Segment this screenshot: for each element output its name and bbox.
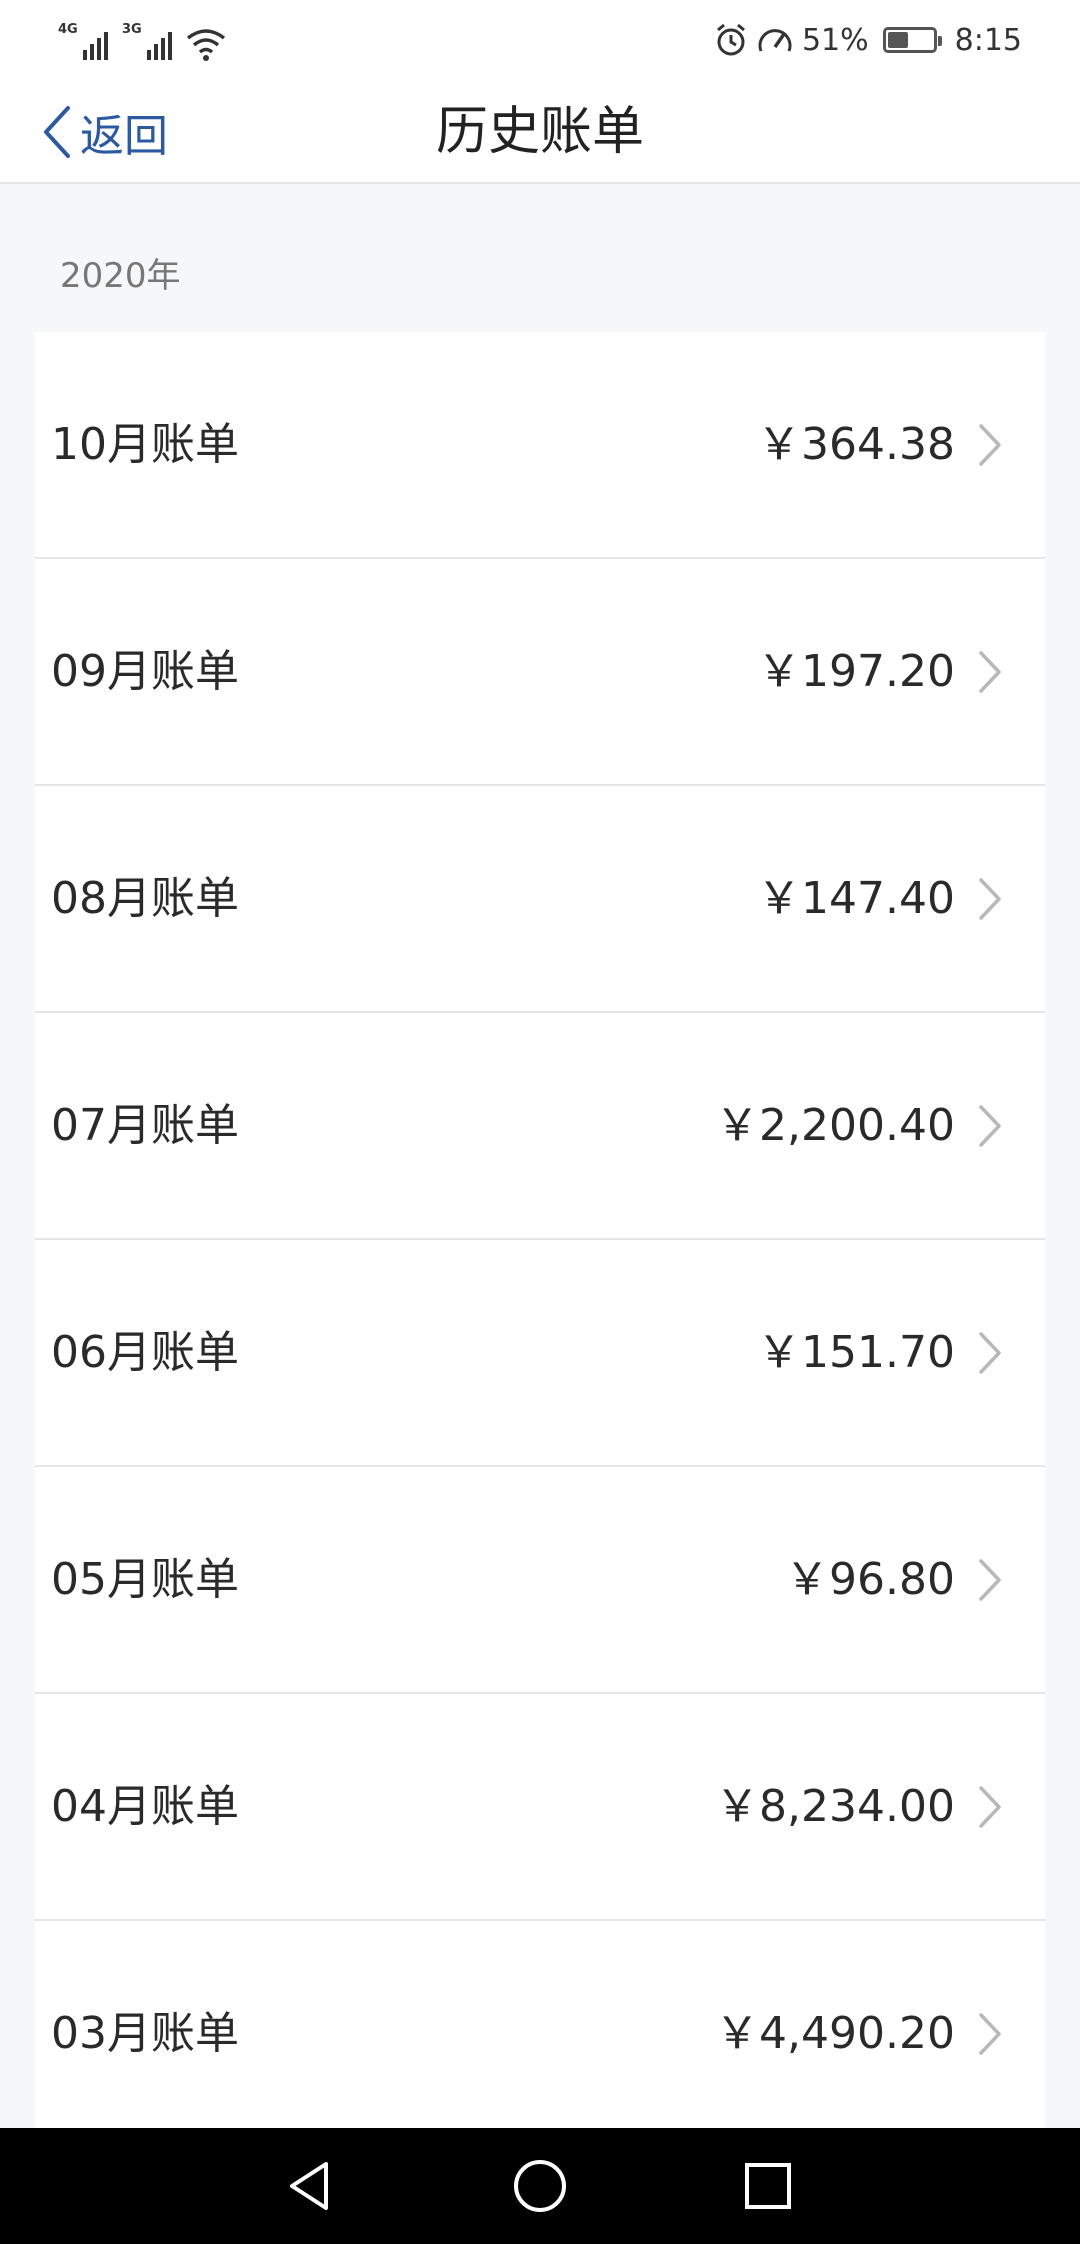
nav-bar: 返回 历史账单 <box>0 82 1080 184</box>
battery-level <box>887 32 909 48</box>
chevron-right-icon <box>979 1105 1001 1147</box>
bill-row[interactable]: 08月账单 ￥147.40 <box>35 786 1045 1013</box>
bill-month-label: 10月账单 <box>51 419 239 470</box>
signal-icon: 4G <box>58 22 108 62</box>
bill-list: 10月账单 ￥364.38 09月账单 ￥197.20 08月账单 ￥147.40 07月账… <box>35 332 1045 2128</box>
bill-history-content: 2020年 10月账单 ￥364.38 09月账单 ￥197.20 08月账单 ￥147.… <box>0 184 1080 2128</box>
bill-month-label: 04月账单 <box>51 1781 239 1832</box>
bill-row[interactable]: 06月账单 ￥151.70 <box>35 1240 1045 1467</box>
clock: 8:15 <box>954 22 1022 58</box>
chevron-right-icon <box>979 1786 1001 1828</box>
bill-row[interactable]: 07月账单 ￥2,200.40 <box>35 1013 1045 1240</box>
wifi-icon <box>186 29 226 61</box>
signal-icon: 3G <box>122 22 172 62</box>
system-nav-bar <box>0 2128 1080 2244</box>
home-circle-icon[interactable] <box>510 2156 570 2216</box>
battery-icon <box>882 27 942 53</box>
bill-amount: ￥96.80 <box>785 1554 955 1605</box>
bill-row[interactable]: 09月账单 ￥197.20 <box>35 559 1045 786</box>
bill-month-label: 05月账单 <box>51 1554 239 1605</box>
network-type-label: 4G <box>58 22 78 37</box>
back-triangle-icon[interactable] <box>280 2156 340 2216</box>
chevron-right-icon <box>979 1332 1001 1374</box>
bill-row[interactable]: 05月账单 ￥96.80 <box>35 1467 1045 1694</box>
bill-month-label: 03月账单 <box>51 2008 239 2059</box>
status-bar: 4G 3G 51% 8:15 <box>0 0 1080 82</box>
bill-row[interactable]: 03月账单 ￥4,490.20 <box>35 1921 1045 2128</box>
bill-month-label: 08月账单 <box>51 873 239 924</box>
back-button[interactable]: 返回 <box>40 82 168 182</box>
recents-square-icon[interactable] <box>738 2156 798 2216</box>
chevron-right-icon <box>979 2013 1001 2055</box>
status-right: 51% 8:15 <box>714 18 1022 62</box>
bill-row[interactable]: 04月账单 ￥8,234.00 <box>35 1694 1045 1921</box>
chevron-right-icon <box>979 424 1001 466</box>
chevron-right-icon <box>979 878 1001 920</box>
back-label: 返回 <box>80 111 168 162</box>
bill-amount: ￥4,490.20 <box>715 2008 955 2059</box>
bill-amount: ￥2,200.40 <box>715 1100 955 1151</box>
bill-month-label: 06月账单 <box>51 1327 239 1378</box>
bill-amount: ￥197.20 <box>757 646 955 697</box>
bill-amount: ￥147.40 <box>757 873 955 924</box>
battery-percent: 51% <box>801 22 869 58</box>
alarm-icon <box>716 23 745 56</box>
bill-amount: ￥364.38 <box>757 419 955 470</box>
speed-icon <box>758 29 792 52</box>
bill-row[interactable]: 10月账单 ￥364.38 <box>35 332 1045 559</box>
status-left: 4G 3G <box>58 18 226 62</box>
chevron-right-icon <box>979 651 1001 693</box>
chevron-left-icon <box>44 106 70 158</box>
bill-amount: ￥8,234.00 <box>715 1781 955 1832</box>
year-header: 2020年 <box>60 256 181 296</box>
bill-amount: ￥151.70 <box>757 1327 955 1378</box>
bill-month-label: 07月账单 <box>51 1100 239 1151</box>
network-type-label: 3G <box>122 22 142 37</box>
bill-month-label: 09月账单 <box>51 646 239 697</box>
chevron-right-icon <box>979 1559 1001 1601</box>
